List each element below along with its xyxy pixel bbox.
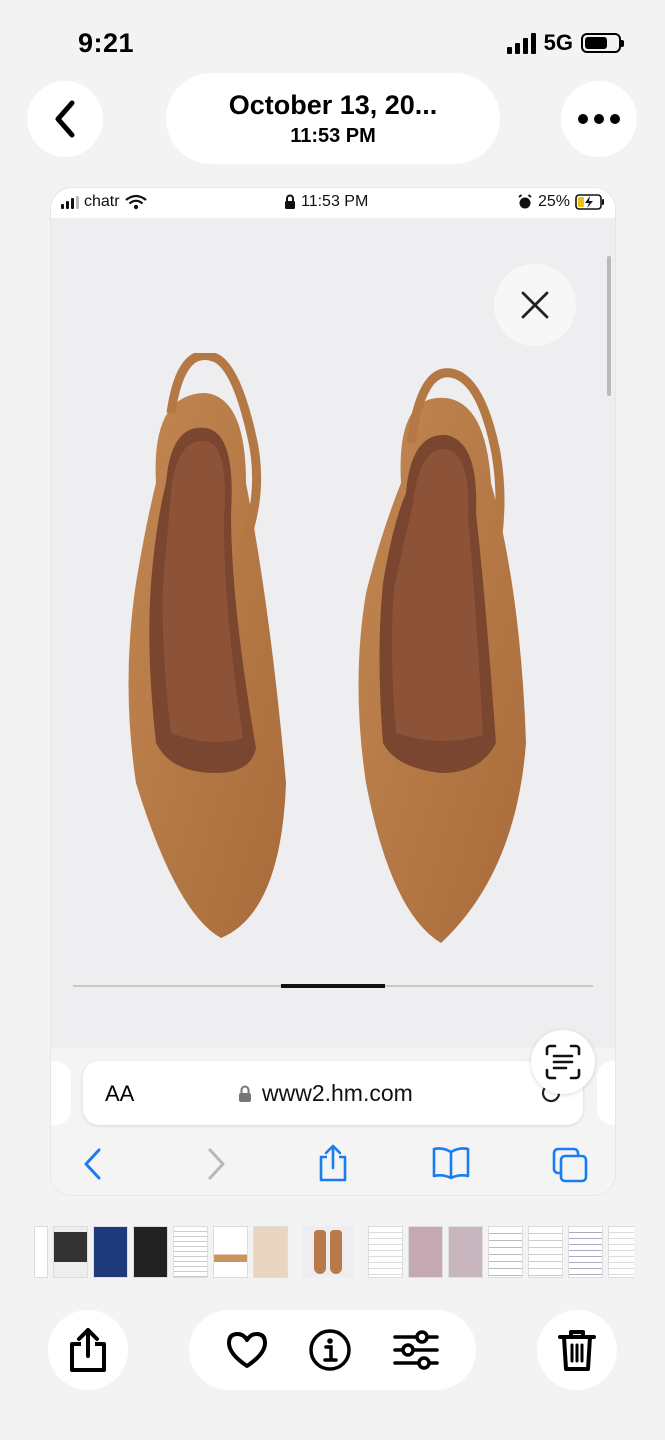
wifi-icon <box>124 194 147 210</box>
heart-icon[interactable] <box>225 1330 269 1370</box>
inner-status-bar: chatr 11:53 PM 25% <box>51 188 615 218</box>
inner-battery-percent: 25% <box>537 193 570 210</box>
ellipsis-icon <box>578 114 620 124</box>
inner-signal-icon <box>61 195 79 209</box>
share-icon <box>70 1328 106 1372</box>
browser-forward-icon[interactable] <box>204 1146 228 1182</box>
photo-time: 11:53 PM <box>290 124 376 147</box>
chevron-left-icon <box>55 100 75 138</box>
photo-date-header: October 13, 20... 11:53 PM <box>166 73 500 164</box>
thumbnail[interactable] <box>133 1226 168 1278</box>
photo-thumbnail-strip[interactable] <box>34 1226 634 1278</box>
thumbnail[interactable] <box>253 1226 288 1278</box>
close-image-button[interactable] <box>494 264 576 346</box>
product-image <box>51 218 615 1048</box>
left-shoe <box>128 353 286 938</box>
info-icon[interactable] <box>308 1328 352 1372</box>
alarm-icon <box>518 194 532 209</box>
screenshot-photo: chatr 11:53 PM 25% AA www2.hm.com <box>50 187 616 1196</box>
scrollbar[interactable] <box>607 256 611 396</box>
inner-time: 11:53 PM <box>301 193 369 210</box>
page-settings-button[interactable]: AA <box>105 1081 134 1107</box>
thumbnail[interactable] <box>448 1226 483 1278</box>
photo-date: October 13, 20... <box>228 89 438 120</box>
thumbnail[interactable] <box>528 1226 563 1278</box>
thumbnail[interactable] <box>173 1226 208 1278</box>
thumbnail[interactable] <box>93 1226 128 1278</box>
more-button[interactable] <box>561 81 637 157</box>
thumbnail[interactable] <box>488 1226 523 1278</box>
bookmarks-icon[interactable] <box>431 1146 471 1180</box>
thumbnail-selected[interactable] <box>303 1226 353 1278</box>
next-tab-peek[interactable] <box>597 1061 615 1125</box>
inner-carrier: chatr <box>84 193 120 210</box>
thumbnail[interactable] <box>608 1226 634 1278</box>
delete-button[interactable] <box>537 1310 617 1390</box>
image-pager-indicator <box>281 984 385 988</box>
adjust-icon[interactable] <box>392 1330 440 1370</box>
charging-battery-icon <box>575 194 604 210</box>
live-text-icon <box>545 1044 581 1080</box>
lock-icon <box>285 194 295 209</box>
thumbnail[interactable] <box>368 1226 403 1278</box>
cellular-signal-icon <box>506 32 536 54</box>
tabs-icon[interactable] <box>551 1146 589 1184</box>
browser-share-icon[interactable] <box>316 1143 350 1183</box>
thumbnail[interactable] <box>408 1226 443 1278</box>
live-text-button[interactable] <box>531 1030 595 1094</box>
thumbnail[interactable] <box>568 1226 603 1278</box>
trash-icon <box>558 1330 596 1371</box>
share-button[interactable] <box>48 1310 128 1390</box>
slingback-shoes-image <box>128 353 526 944</box>
close-icon <box>521 291 549 319</box>
thumbnail[interactable] <box>53 1226 88 1278</box>
back-button[interactable] <box>27 81 103 157</box>
photo-actions-group <box>189 1310 476 1390</box>
status-indicators: 5G <box>506 30 624 56</box>
browser-back-icon[interactable] <box>81 1146 105 1182</box>
right-shoe <box>358 368 526 944</box>
thumbnail[interactable] <box>213 1226 248 1278</box>
url-text: www2.hm.com <box>262 1080 413 1106</box>
address-bar[interactable]: AA www2.hm.com <box>83 1061 583 1125</box>
thumbnail[interactable] <box>34 1226 48 1278</box>
previous-tab-peek[interactable] <box>51 1061 71 1125</box>
lock-icon <box>239 1085 251 1102</box>
battery-icon <box>581 33 624 53</box>
network-type: 5G <box>543 30 573 55</box>
status-time: 9:21 <box>78 28 135 58</box>
